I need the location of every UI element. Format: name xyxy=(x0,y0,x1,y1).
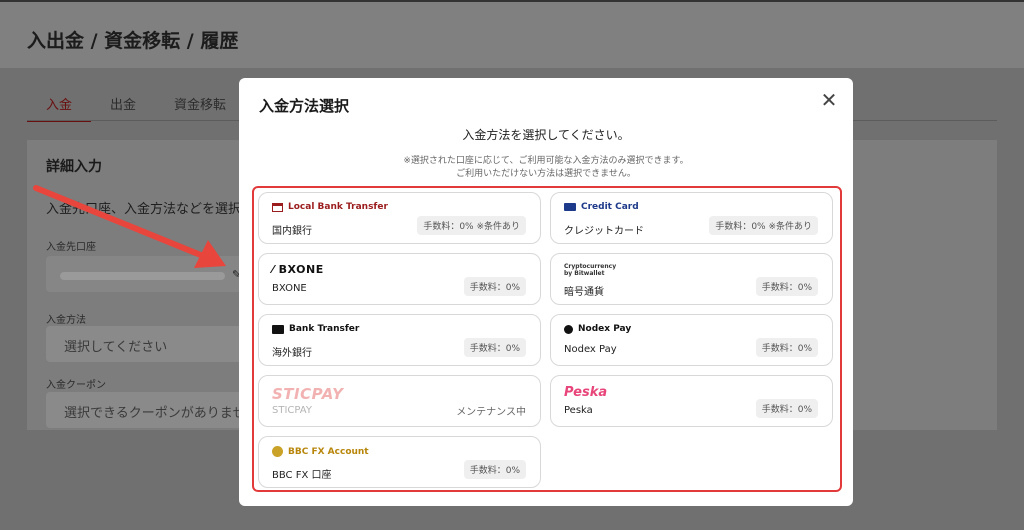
option-fee-badge: 手数料：0% xyxy=(463,338,526,357)
option-brand: Peska xyxy=(564,385,607,400)
maintenance-status: メンテナンス中 xyxy=(456,407,526,418)
annotation-arrow-icon xyxy=(33,185,226,268)
method-options-highlight: Local Bank Transfer 国内銀行 手数料：0% ※条件あり Cr… xyxy=(252,186,842,492)
option-fee-badge: 手数料：0% ※条件あり xyxy=(417,216,526,235)
method-label: 入金方法 xyxy=(46,315,86,326)
bank-icon xyxy=(272,202,283,212)
tab-withdraw[interactable]: 出金 xyxy=(91,92,155,122)
sticpay-logo-icon: STICPAY xyxy=(272,385,344,403)
modal-title: 入金方法選択 xyxy=(259,97,350,115)
option-brand-label: BBC FX Account xyxy=(288,446,369,457)
option-peska[interactable]: Peska Peska 手数料：0% xyxy=(550,375,833,427)
close-icon[interactable]: ✕ xyxy=(819,90,839,110)
option-brand: Local Bank Transfer xyxy=(272,202,388,212)
method-select[interactable]: 選択してください xyxy=(46,326,246,362)
crypto-logo-icon: Cryptocurrency by Bitwallet xyxy=(564,263,617,277)
page-title: 入出金 / 資金移転 / 履歴 xyxy=(27,30,239,52)
option-brand: STICPAY xyxy=(272,385,344,403)
option-nodex-pay[interactable]: Nodex Pay Nodex Pay 手数料：0% xyxy=(550,314,833,366)
nodex-logo-icon xyxy=(564,324,573,334)
option-brand: ⁄ BXONE xyxy=(272,263,324,276)
option-brand: Credit Card xyxy=(564,202,639,212)
tab-deposit[interactable]: 入金 xyxy=(27,92,92,122)
page-header: 入出金 / 資金移転 / 履歴 xyxy=(0,0,1024,68)
option-brand-label: Nodex Pay xyxy=(578,324,632,334)
option-name: STICPAY xyxy=(272,405,312,416)
option-crypto[interactable]: Cryptocurrency by Bitwallet 暗号通貨 手数料：0% xyxy=(550,253,833,305)
option-bxone[interactable]: ⁄ BXONE BXONE 手数料：0% xyxy=(258,253,541,305)
option-brand: Nodex Pay xyxy=(564,324,631,334)
option-brand: Cryptocurrency by Bitwallet xyxy=(564,263,616,277)
tab-bar: 入金 出金 資金移転 xyxy=(27,92,245,122)
option-bbc-fx[interactable]: BBC FX Account BBC FX 口座 手数料：0% xyxy=(258,436,541,488)
option-fee-badge: 手数料：0% xyxy=(463,460,526,479)
credit-card-icon xyxy=(564,203,576,211)
option-name: 海外銀行 xyxy=(272,348,312,359)
coupon-label: 入金クーポン xyxy=(46,380,106,391)
modal-note-line2: ご利用いただけない方法は選択できません。 xyxy=(456,169,636,179)
detail-card-title: 詳細入力 xyxy=(46,159,102,175)
option-name: BXONE xyxy=(272,283,307,294)
bxone-logo-icon: ⁄ BXONE xyxy=(272,263,324,276)
option-brand-label: Credit Card xyxy=(581,202,639,212)
option-name: Nodex Pay xyxy=(564,344,617,355)
modal-note-line1: ※選択された口座に応じて、ご利用可能な入金方法のみ選択できます。 xyxy=(403,156,689,166)
option-name: Peska xyxy=(564,405,593,416)
bbc-fx-logo-icon xyxy=(272,446,283,457)
option-brand-label: Local Bank Transfer xyxy=(288,202,388,212)
option-name: クレジットカード xyxy=(564,226,644,237)
option-brand: Bank Transfer xyxy=(272,324,359,334)
option-credit-card[interactable]: Credit Card クレジットカード 手数料：0% ※条件あり xyxy=(550,192,833,244)
option-brand-label: Bank Transfer xyxy=(289,324,360,334)
bank-transfer-icon xyxy=(272,324,284,334)
peska-logo-icon: Peska xyxy=(564,385,608,400)
option-fee-badge: 手数料：0% xyxy=(755,338,818,357)
option-name: 暗号通貨 xyxy=(564,287,604,298)
option-fee-badge: 手数料：0% xyxy=(755,277,818,296)
option-fee-badge: 手数料：0% ※条件あり xyxy=(709,216,818,235)
option-sticpay: STICPAY STICPAY メンテナンス中 xyxy=(258,375,541,427)
option-name: BBC FX 口座 xyxy=(272,470,332,481)
deposit-method-modal: 入金方法選択 ✕ 入金方法を選択してください。 ※選択された口座に応じて、ご利用… xyxy=(239,78,853,506)
tab-transfer[interactable]: 資金移転 xyxy=(155,92,245,122)
option-bank-transfer[interactable]: Bank Transfer 海外銀行 手数料：0% xyxy=(258,314,541,366)
option-brand: BBC FX Account xyxy=(272,446,369,457)
modal-heading: 入金方法を選択してください。 xyxy=(462,128,630,142)
option-local-bank[interactable]: Local Bank Transfer 国内銀行 手数料：0% ※条件あり xyxy=(258,192,541,244)
option-fee-badge: 手数料：0% xyxy=(463,277,526,296)
option-fee-badge: 手数料：0% xyxy=(755,399,818,418)
coupon-select[interactable]: 選択できるクーポンがありません xyxy=(46,392,246,428)
option-name: 国内銀行 xyxy=(272,226,312,237)
